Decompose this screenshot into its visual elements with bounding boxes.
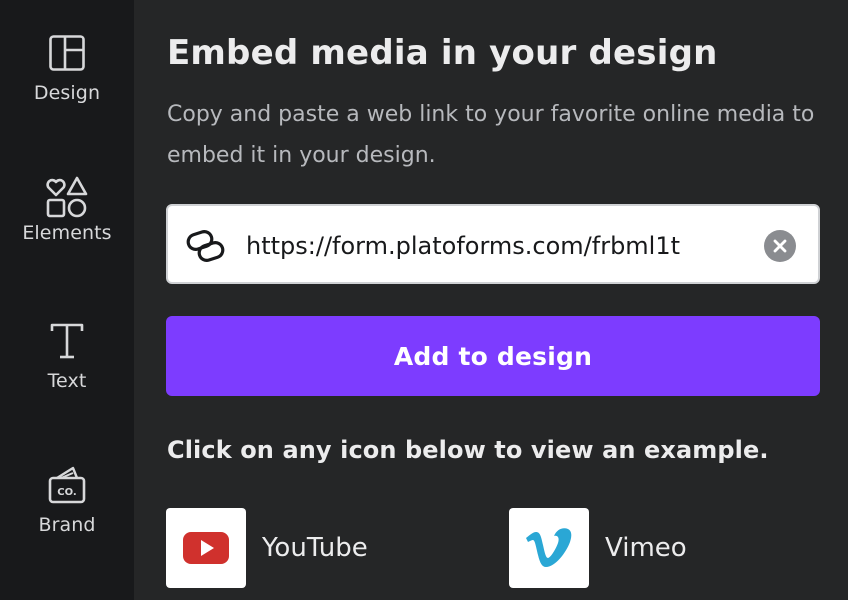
svg-text:CO.: CO. <box>57 487 76 498</box>
sidebar-item-brand[interactable]: CO. Brand <box>0 462 134 572</box>
text-t-icon <box>44 318 90 364</box>
url-input[interactable] <box>246 224 746 268</box>
youtube-icon[interactable] <box>166 508 246 588</box>
sidebar-item-design[interactable]: Design <box>0 30 134 140</box>
provider-name: YouTube <box>262 533 368 563</box>
page-title: Embed media in your design <box>167 33 718 73</box>
url-field[interactable] <box>166 204 820 284</box>
sidebar-item-text[interactable]: Text <box>0 318 134 428</box>
description: Copy and paste a web link to your favori… <box>167 102 815 168</box>
sidebar-item-label: Elements <box>22 222 112 244</box>
sidebar-item-elements[interactable]: Elements <box>0 174 134 284</box>
sidebar-item-label: Text <box>47 370 87 392</box>
provider-name: Vimeo <box>605 533 687 563</box>
provider-vimeo[interactable]: Vimeo <box>509 508 687 588</box>
link-icon <box>186 228 226 264</box>
sidebar-item-label: Brand <box>38 514 96 536</box>
examples-hint: Click on any icon below to view an examp… <box>167 436 769 464</box>
clear-icon[interactable] <box>764 230 796 262</box>
embed-panel: Embed media in your design Copy and past… <box>134 0 848 600</box>
vimeo-icon[interactable] <box>509 508 589 588</box>
brand-kit-icon: CO. <box>44 462 90 508</box>
layout-icon <box>44 30 90 76</box>
add-to-design-button[interactable]: Add to design <box>166 316 820 396</box>
sidebar-item-label: Design <box>33 82 101 104</box>
shapes-icon <box>44 174 90 220</box>
provider-youtube[interactable]: YouTube <box>166 508 368 588</box>
sidebar: Design Elements Text CO. Brand <box>0 0 134 600</box>
